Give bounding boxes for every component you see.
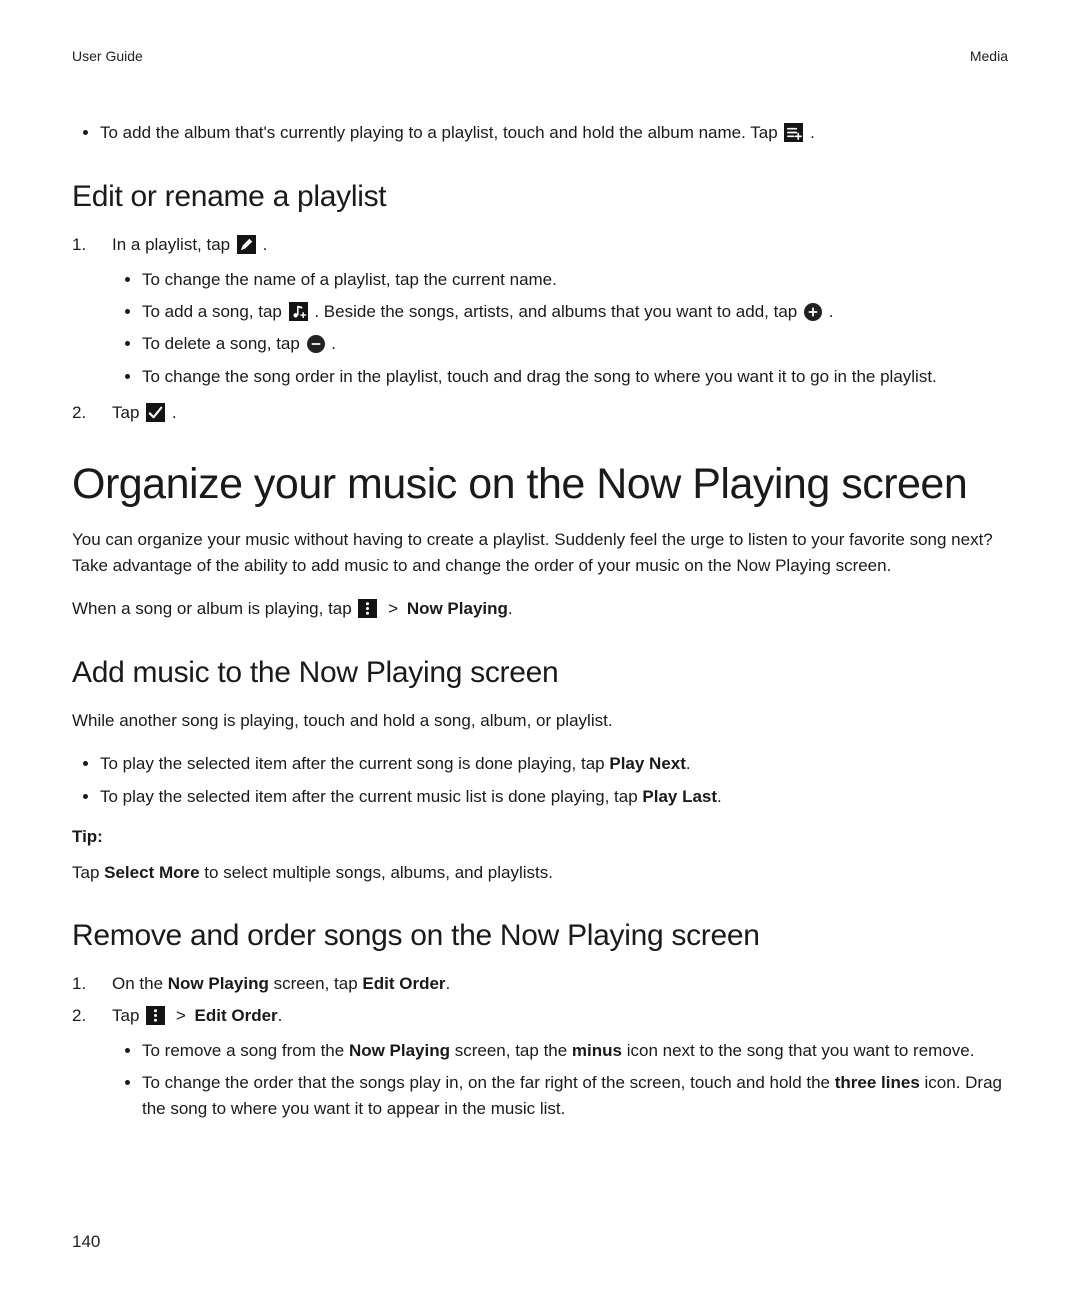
sub-delete-song: To delete a song, tap .: [142, 331, 1008, 357]
remove-step-1: On the Now Playing screen, tap Edit Orde…: [72, 971, 1008, 997]
edit-step-2: Tap .: [72, 400, 1008, 426]
plus-circle-icon: [804, 303, 822, 321]
more-vertical-icon: [358, 599, 377, 618]
minus-circle-icon: [307, 335, 325, 353]
text: In a playlist, tap: [112, 235, 235, 254]
text: .: [717, 787, 722, 806]
top-bullet-list: To add the album that's currently playin…: [72, 120, 1008, 146]
header-right: Media: [970, 48, 1008, 64]
heading-edit-rename: Edit or rename a playlist: [72, 180, 1008, 214]
now-playing-label: Now Playing: [168, 974, 269, 993]
text: To play the selected item after the curr…: [100, 787, 642, 806]
edit-order-label: Edit Order: [195, 1006, 278, 1025]
heading-add-music: Add music to the Now Playing screen: [72, 656, 1008, 690]
organize-intro: You can organize your music without havi…: [72, 527, 1008, 578]
remove-steps: On the Now Playing screen, tap Edit Orde…: [72, 971, 1008, 1123]
sub-reorder: To change the song order in the playlist…: [142, 364, 1008, 390]
organize-path: When a song or album is playing, tap > N…: [72, 596, 1008, 622]
text: .: [263, 235, 268, 254]
more-vertical-icon: [146, 1006, 165, 1025]
checkmark-icon: [146, 403, 165, 422]
remove-sub-reorder: To change the order that the songs play …: [142, 1070, 1008, 1123]
text: .: [686, 754, 691, 773]
add-bullets: To play the selected item after the curr…: [72, 751, 1008, 810]
text: .: [172, 403, 177, 422]
page: User Guide Media To add the album that's…: [0, 0, 1080, 1296]
add-bullet-play-last: To play the selected item after the curr…: [100, 784, 1008, 810]
text: screen, tap the: [450, 1041, 572, 1060]
text: . Beside the songs, artists, and albums …: [314, 302, 802, 321]
add-bullet-play-next: To play the selected item after the curr…: [100, 751, 1008, 777]
heading-organize: Organize your music on the Now Playing s…: [72, 460, 1008, 509]
text: To add a song, tap: [142, 302, 287, 321]
text: Tap: [112, 1006, 144, 1025]
top-bullet: To add the album that's currently playin…: [100, 120, 1008, 146]
play-last-label: Play Last: [642, 787, 717, 806]
minus-label: minus: [572, 1041, 622, 1060]
text: On the: [112, 974, 168, 993]
header-left: User Guide: [72, 48, 143, 64]
text: .: [278, 1006, 283, 1025]
text: .: [829, 302, 834, 321]
text: .: [508, 599, 513, 618]
edit-steps: In a playlist, tap . To change the name …: [72, 232, 1008, 426]
tip-label: Tip:: [72, 824, 1008, 850]
edit-step-1: In a playlist, tap . To change the name …: [72, 232, 1008, 390]
text: icon next to the song that you want to r…: [622, 1041, 974, 1060]
text: To change the order that the songs play …: [142, 1073, 835, 1092]
text: To play the selected item after the curr…: [100, 754, 609, 773]
text: To remove a song from the: [142, 1041, 349, 1060]
add-to-playlist-icon: [784, 123, 803, 142]
edit-order-label: Edit Order: [362, 974, 445, 993]
page-header: User Guide Media: [72, 48, 1008, 64]
breadcrumb-separator: >: [176, 1006, 191, 1025]
remove-sub-bullets: To remove a song from the Now Playing sc…: [112, 1038, 1008, 1123]
now-playing-label: Now Playing: [407, 599, 508, 618]
text: .: [331, 334, 336, 353]
now-playing-label: Now Playing: [349, 1041, 450, 1060]
text: to select multiple songs, albums, and pl…: [200, 863, 553, 882]
add-intro: While another song is playing, touch and…: [72, 708, 1008, 734]
play-next-label: Play Next: [609, 754, 686, 773]
text: Tap: [72, 863, 104, 882]
text: When a song or album is playing, tap: [72, 599, 356, 618]
select-more-label: Select More: [104, 863, 199, 882]
add-music-note-icon: [289, 302, 308, 321]
tip-body: Tap Select More to select multiple songs…: [72, 860, 1008, 886]
sub-add-song: To add a song, tap . Beside the songs, a…: [142, 299, 1008, 325]
page-number: 140: [72, 1232, 100, 1252]
sub-rename: To change the name of a playlist, tap th…: [142, 267, 1008, 293]
remove-step-2: Tap > Edit Order. To remove a song from …: [72, 1003, 1008, 1122]
text: .: [446, 974, 451, 993]
three-lines-label: three lines: [835, 1073, 920, 1092]
text: Tap: [112, 403, 144, 422]
text: .: [810, 123, 815, 142]
text: To delete a song, tap: [142, 334, 305, 353]
remove-sub-minus: To remove a song from the Now Playing sc…: [142, 1038, 1008, 1064]
heading-remove-order: Remove and order songs on the Now Playin…: [72, 919, 1008, 953]
edit-sub-bullets: To change the name of a playlist, tap th…: [112, 267, 1008, 390]
breadcrumb-separator: >: [388, 599, 403, 618]
edit-pencil-icon: [237, 235, 256, 254]
text: screen, tap: [269, 974, 363, 993]
text: To add the album that's currently playin…: [100, 123, 782, 142]
